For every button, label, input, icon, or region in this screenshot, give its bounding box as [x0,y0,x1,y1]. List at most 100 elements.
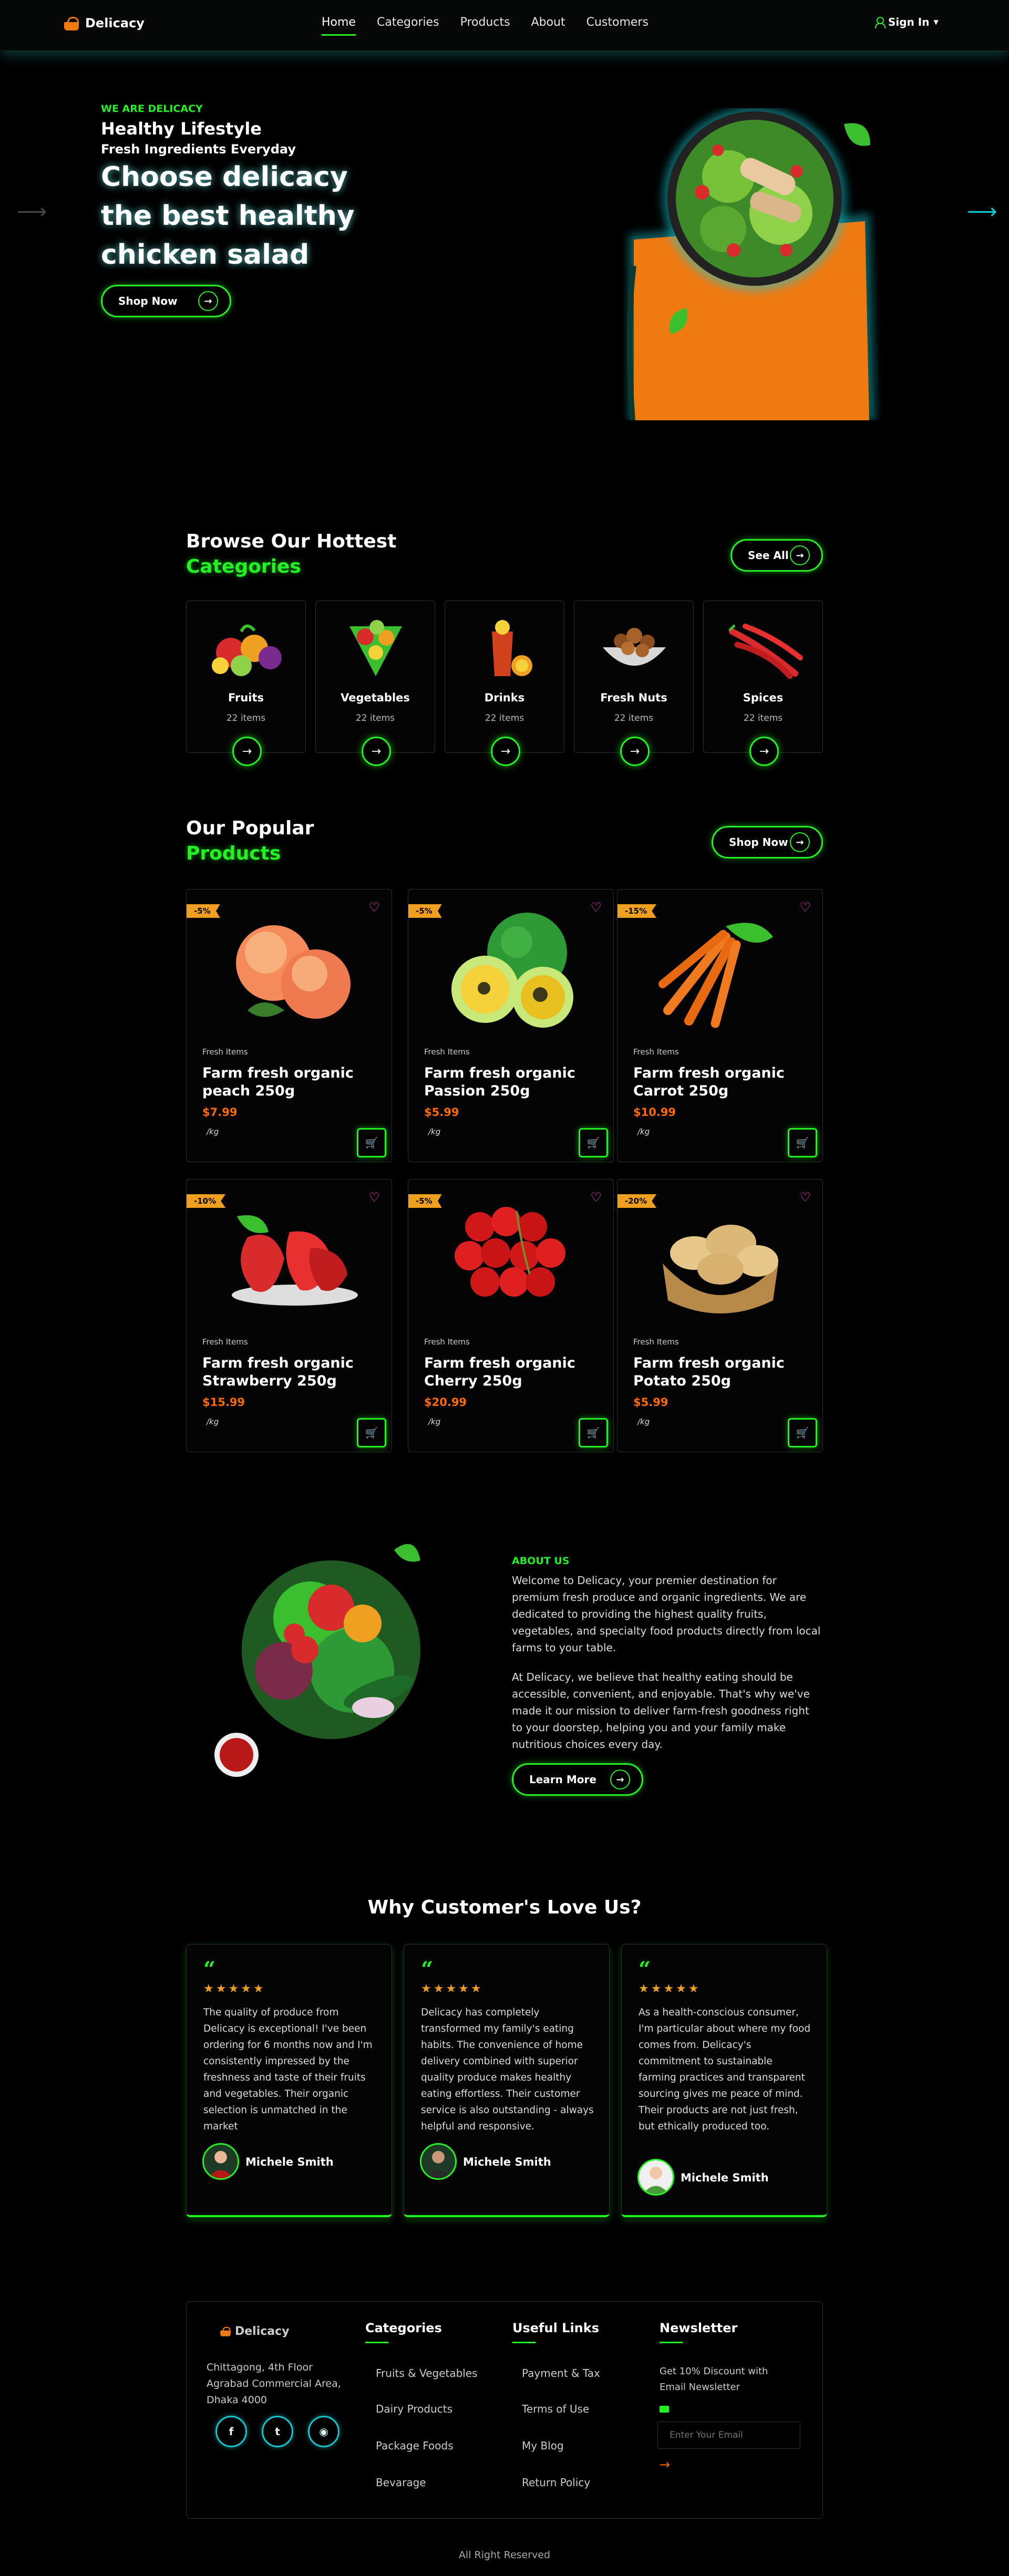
footer-link[interactable]: Payment & Tax [522,2367,600,2380]
cart-icon: 🛒 [365,1136,378,1149]
twitter-icon[interactable]: t [262,2416,293,2447]
nav-products[interactable]: Products [460,16,510,36]
products-shop-now-button[interactable]: Shop Now → [712,826,823,858]
arrow-right-icon[interactable]: → [362,737,391,766]
product-title[interactable]: Farm fresh organic Potato 250g [633,1354,791,1390]
products-shop-now-label: Shop Now [729,836,788,849]
hero-next-arrow-icon[interactable]: ⟶ [967,200,997,224]
arrow-right-icon[interactable]: → [491,737,520,766]
sign-in-button[interactable]: Sign In ▼ [874,16,939,28]
testimonial-text: Delicacy has completely transformed my f… [421,2007,594,2132]
heart-icon[interactable]: ♡ [368,900,380,915]
category-card-fresh-nuts[interactable]: Fresh Nuts 22 items → [574,601,694,766]
peach-image [236,925,351,1019]
discount-badge: -5% [408,1194,442,1208]
learn-more-button[interactable]: Learn More → [512,1763,643,1796]
see-all-button[interactable]: See All → [730,539,823,572]
footer-link[interactable]: Fruits & Vegetables [376,2367,478,2380]
reviewer-name: Michele Smith [245,2156,334,2168]
add-to-cart-button[interactable]: 🛒 [357,1418,386,1447]
hero-shop-now-button[interactable]: Shop Now → [101,285,231,317]
footer-brand[interactable]: Delicacy [217,2324,290,2339]
arrow-right-icon[interactable]: → [620,737,650,766]
see-all-label: See All [748,549,789,562]
title-underline [365,2342,388,2343]
instagram-icon[interactable]: ◉ [308,2416,339,2447]
product-price: $7.99 [202,1106,238,1119]
product-title[interactable]: Farm fresh organic Cherry 250g [424,1354,582,1390]
product-card-passion[interactable]: -5% ♡ Fresh Items Farm fresh organic Pas… [408,889,614,1162]
nav-customers[interactable]: Customers [586,16,648,36]
category-count: 22 items [614,713,654,723]
product-unit: /kg [637,1127,650,1136]
product-title[interactable]: Farm fresh organic Strawberry 250g [202,1354,360,1390]
product-price: $15.99 [202,1396,245,1409]
arrow-right-icon[interactable]: → [749,737,779,766]
add-to-cart-button[interactable]: 🛒 [357,1128,386,1157]
product-title[interactable]: Farm fresh organic Carrot 250g [633,1064,791,1100]
hero-prev-arrow-icon[interactable]: ⟶ [17,200,47,224]
category-card-fruits[interactable]: Fruits 22 items → [186,601,306,766]
basket-icon [220,2326,231,2336]
heart-icon[interactable]: ♡ [799,1190,811,1205]
product-card-potato[interactable]: -20% ♡ Fresh Items Farm fresh organic Po… [617,1179,823,1452]
category-card-vegetables[interactable]: Vegetables 22 items → [315,601,435,766]
cart-icon: 🛒 [586,1136,600,1149]
product-card-strawberry[interactable]: -10% ♡ Fresh Items Farm fresh organic St… [186,1179,392,1452]
carrot-image [658,923,773,1028]
category-count: 22 items [743,713,783,723]
email-input[interactable] [657,2422,800,2449]
drinks-image [492,620,532,676]
add-to-cart-button[interactable]: 🛒 [788,1418,817,1447]
nuts-image [603,628,666,666]
category-name: Vegetables [341,691,410,704]
facebook-icon[interactable]: f [215,2416,247,2447]
product-card-carrot[interactable]: -15% ♡ Fresh Items Farm fresh organic Ca… [617,889,823,1162]
salad-bowl-image [626,108,876,420]
main-menu: Home Categories Products About Customers [322,16,648,36]
submit-arrow-icon[interactable]: → [660,2457,670,2472]
footer-address: Chittagong, 4th Floor Agrabad Commercial… [207,2362,341,2406]
category-card-drinks[interactable]: Drinks 22 items → [445,601,564,766]
nav-about[interactable]: About [531,16,565,36]
add-to-cart-button[interactable]: 🛒 [579,1418,608,1447]
category-card-spices[interactable]: Spices 22 items → [703,601,823,766]
category-count: 22 items [485,713,524,723]
product-title[interactable]: Farm fresh organic peach 250g [202,1064,360,1100]
hero-line1: Healthy Lifestyle [101,119,262,139]
product-card-peach[interactable]: -5% ♡ Fresh Items Farm fresh organic pea… [186,889,392,1162]
passion-fruit-image [451,913,573,1028]
footer-link[interactable]: My Blog [522,2439,564,2452]
newsletter-text: Get 10% Discount with Email Newsletter [660,2366,768,2393]
arrow-right-icon: → [790,545,810,565]
product-price: $10.99 [633,1106,676,1119]
product-card-cherry[interactable]: -5% ♡ Fresh Items Farm fresh organic Che… [408,1179,614,1452]
product-unit: /kg [428,1417,441,1426]
testimonial-text: The quality of produce from Delicacy is … [203,2007,373,2132]
about-tag: ABOUT US [512,1555,570,1567]
footer: Delicacy Chittagong, 4th Floor Agrabad C… [186,2301,823,2519]
arrow-right-icon[interactable]: → [232,737,262,766]
heart-icon[interactable]: ♡ [799,900,811,915]
heart-icon[interactable]: ♡ [590,1190,602,1205]
categories-title-accent: Categories [186,556,301,577]
footer-link[interactable]: Package Foods [376,2439,454,2452]
product-category: Fresh Items [202,1337,248,1347]
footer-link[interactable]: Bevarage [376,2476,426,2489]
footer-link[interactable]: Dairy Products [376,2403,452,2415]
discount-badge: -5% [408,904,442,918]
add-to-cart-button[interactable]: 🛒 [579,1128,608,1157]
heart-icon[interactable]: ♡ [590,900,602,915]
add-to-cart-button[interactable]: 🛒 [788,1128,817,1157]
spices-image [728,624,803,679]
nav-home[interactable]: Home [322,16,356,36]
product-unit: /kg [207,1127,219,1136]
product-title[interactable]: Farm fresh organic Passion 250g [424,1064,582,1100]
brand-logo[interactable]: Delicacy [63,16,145,30]
footer-link[interactable]: Terms of Use [522,2403,589,2415]
footer-links-title: Useful Links [512,2321,600,2335]
heart-icon[interactable]: ♡ [368,1190,380,1205]
footer-link[interactable]: Return Policy [522,2476,590,2489]
nav-categories[interactable]: Categories [377,16,439,36]
avatar [637,2159,674,2196]
